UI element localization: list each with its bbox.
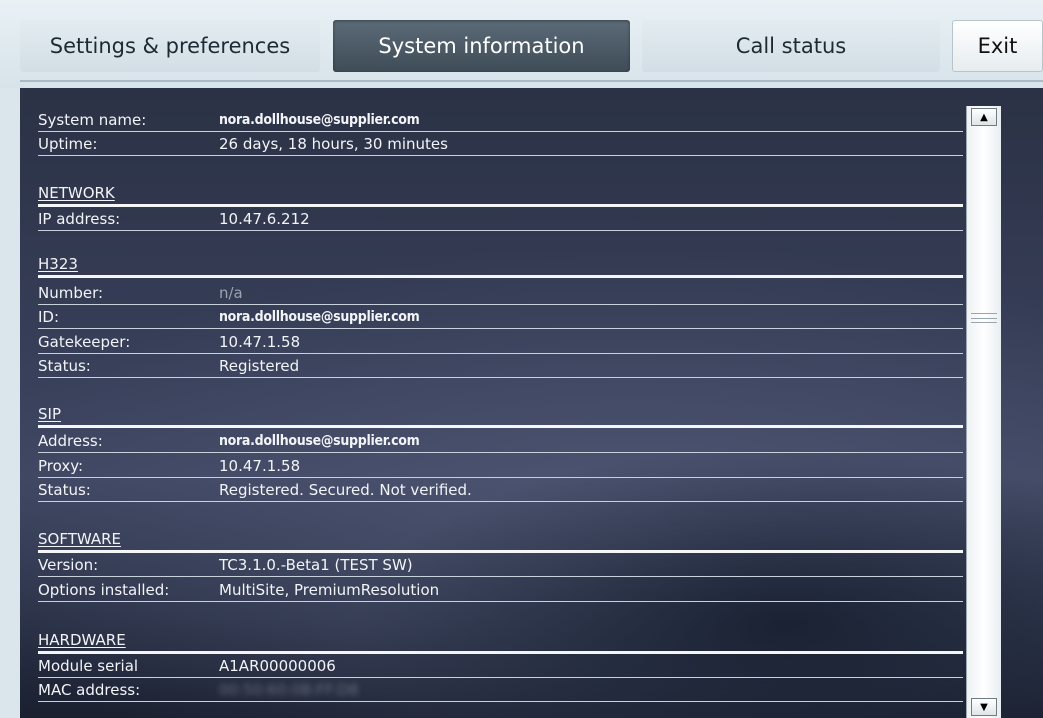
scroll-down-button[interactable]: ▼: [971, 698, 997, 716]
info-value: TC3.1.0.-Beta1 (TEST SW): [219, 556, 413, 574]
info-label: System name:: [38, 111, 147, 129]
info-row-number: Number: n/a: [38, 282, 963, 305]
info-value: Registered: [219, 357, 300, 375]
info-value: A1AR00000006: [219, 657, 336, 675]
info-label: Status:: [38, 357, 91, 375]
info-value: nora.dollhouse@supplier.com: [219, 433, 420, 449]
info-value: 10.47.1.58: [219, 457, 301, 475]
info-label: Address:: [38, 432, 103, 450]
section-header-label: SIP: [38, 405, 61, 423]
section-header-h323: H323: [38, 253, 963, 278]
scroll-up-button[interactable]: ▲: [971, 108, 997, 126]
info-value: 10.47.6.212: [219, 210, 310, 228]
info-label: MAC address:: [38, 681, 141, 699]
scroll-thumb-grip[interactable]: [967, 313, 1001, 323]
section-header-software: SOFTWARE: [38, 528, 963, 553]
info-row-sip-address: Address: nora.dollhouse@supplier.com: [38, 430, 963, 453]
scroll-up-arrow-icon: ▲: [980, 111, 988, 123]
tab-call-status-label: Call status: [735, 34, 847, 58]
exit-button-label: Exit: [977, 34, 1018, 58]
top-tab-bar: Settings & preferences System informatio…: [0, 0, 1043, 88]
system-info-panel: System name: nora.dollhouse@supplier.com…: [20, 88, 1043, 718]
tab-settings-preferences[interactable]: Settings & preferences: [20, 20, 320, 72]
tab-system-info-label: System information: [378, 34, 585, 58]
tab-system-information[interactable]: System information: [333, 20, 630, 72]
info-label: IP address:: [38, 210, 121, 228]
section-header-network: NETWORK: [38, 182, 963, 207]
info-value: 26 days, 18 hours, 30 minutes: [219, 135, 448, 153]
info-row-h323-status: Status: Registered: [38, 355, 963, 378]
tab-call-status[interactable]: Call status: [642, 20, 940, 72]
tab-settings-label: Settings & preferences: [49, 34, 291, 58]
info-value: MultiSite, PremiumResolution: [219, 581, 440, 599]
info-value: n/a: [219, 284, 243, 302]
info-row-gatekeeper: Gatekeeper: 10.47.1.58: [38, 331, 963, 354]
info-row-version: Version: TC3.1.0.-Beta1 (TEST SW): [38, 554, 963, 577]
vertical-scrollbar[interactable]: ▲ ▼: [966, 106, 1001, 718]
info-label: Options installed:: [38, 581, 170, 599]
info-label: Gatekeeper:: [38, 333, 131, 351]
info-row-options-installed: Options installed: MultiSite, PremiumRes…: [38, 579, 963, 602]
section-header-label: NETWORK: [38, 184, 115, 202]
info-value: 10.47.1.58: [219, 333, 301, 351]
info-row-ip-address: IP address: 10.47.6.212: [38, 208, 963, 231]
info-label: Module serial: [38, 657, 139, 675]
info-row-mac-address: MAC address: 00:50:60:0B:FF:D8: [38, 679, 963, 702]
section-header-hardware: HARDWARE: [38, 629, 963, 654]
info-value: Registered. Secured. Not verified.: [219, 481, 472, 499]
info-row-module-serial: Module serial A1AR00000006: [38, 655, 963, 678]
info-value-redacted: 00:50:60:0B:FF:D8: [219, 681, 359, 699]
info-label: Version:: [38, 556, 99, 574]
info-label: Uptime:: [38, 135, 98, 153]
info-label: ID:: [38, 308, 60, 326]
exit-button[interactable]: Exit: [952, 20, 1043, 72]
section-header-label: H323: [38, 255, 78, 273]
section-header-label: SOFTWARE: [38, 530, 122, 548]
info-label: Number:: [38, 284, 104, 302]
section-header-label: HARDWARE: [38, 631, 126, 649]
info-row-uptime: Uptime: 26 days, 18 hours, 30 minutes: [38, 133, 963, 156]
info-label: Proxy:: [38, 457, 84, 475]
info-row-id: ID: nora.dollhouse@supplier.com: [38, 306, 963, 329]
scroll-down-arrow-icon: ▼: [980, 701, 988, 713]
tab-divider: [20, 80, 1043, 82]
info-row-sip-status: Status: Registered. Secured. Not verifie…: [38, 479, 963, 502]
section-header-sip: SIP: [38, 403, 963, 428]
info-value: nora.dollhouse@supplier.com: [219, 112, 420, 128]
info-row-proxy: Proxy: 10.47.1.58: [38, 455, 963, 478]
info-value: nora.dollhouse@supplier.com: [219, 309, 420, 325]
info-row-system-name: System name: nora.dollhouse@supplier.com: [38, 109, 963, 132]
info-label: Status:: [38, 481, 91, 499]
